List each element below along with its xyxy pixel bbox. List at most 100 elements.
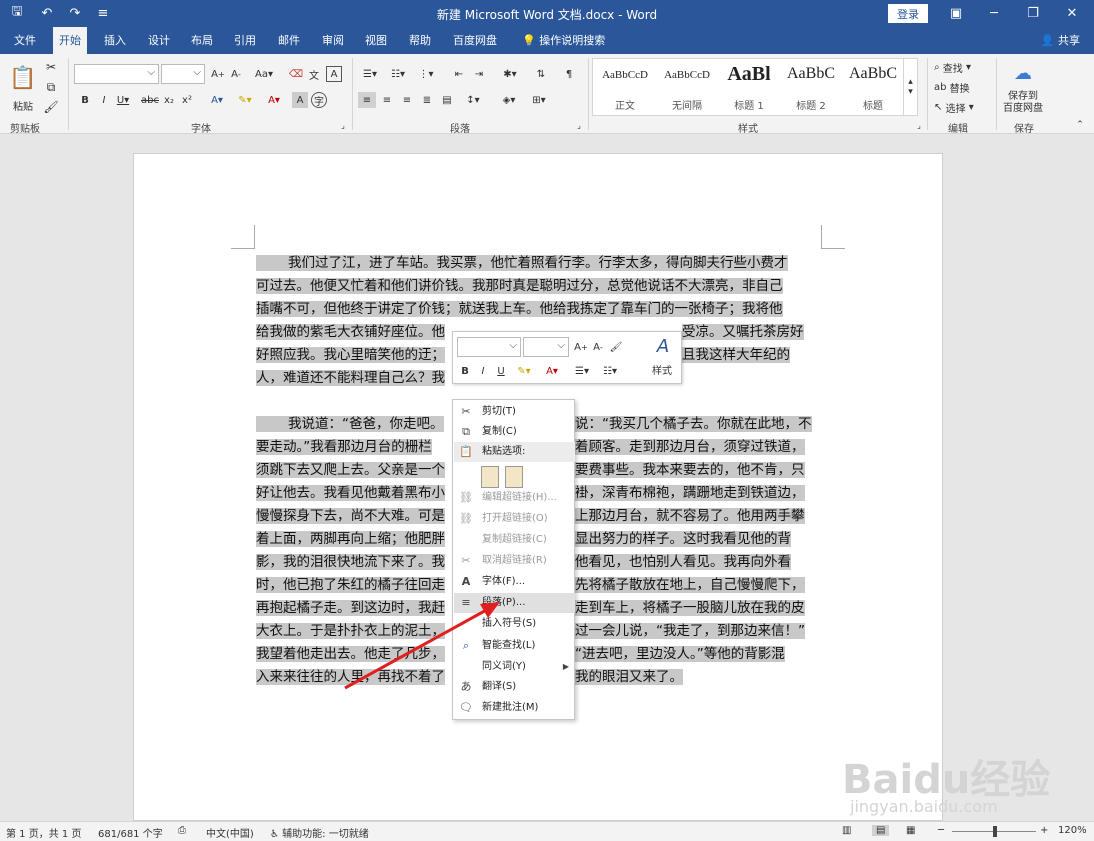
maximize-icon[interactable]: ❐ (1014, 0, 1052, 27)
minimize-icon[interactable]: ─ (975, 0, 1013, 27)
chinese-layout-icon[interactable]: ✱▾ (498, 66, 522, 82)
zoom-out-icon[interactable]: ─ (938, 825, 944, 836)
font-color-icon[interactable]: A▾ (263, 92, 285, 108)
styles-dialog-launcher-icon[interactable]: ⌟ (914, 120, 924, 130)
numbering-icon[interactable]: ☷▾ (386, 66, 410, 82)
mini-bold-icon[interactable]: B (459, 363, 471, 379)
shrink-font-icon[interactable]: A- (591, 339, 605, 355)
ribbon-display-options-icon[interactable]: ▣ (937, 0, 975, 27)
tab-view[interactable]: 视图 (359, 27, 393, 54)
close-icon[interactable]: ✕ (1053, 0, 1091, 27)
distributed-icon[interactable]: ▤ (438, 92, 456, 108)
shrink-font-icon[interactable]: A- (228, 66, 244, 82)
styles-icon[interactable]: A (651, 334, 675, 358)
zoom-level[interactable]: 120% (1058, 825, 1087, 836)
tab-insert[interactable]: 插入 (98, 27, 132, 54)
select-button[interactable]: ↖ 选择 ▾ (934, 100, 988, 115)
baidu-netdisk-icon[interactable]: ☁ (1008, 60, 1038, 86)
tab-layout[interactable]: 布局 (185, 27, 219, 54)
italic-icon[interactable]: I (97, 92, 111, 108)
style-heading-2[interactable]: AaBbC 标题 2 (781, 59, 841, 115)
menu-item-translate[interactable]: あ 翻译(S) (454, 677, 575, 697)
character-border-icon[interactable]: A (326, 66, 342, 82)
format-painter-icon[interactable]: 🖌 (42, 98, 60, 116)
tab-mailings[interactable]: 邮件 (272, 27, 306, 54)
menu-item-smart-lookup[interactable]: ⌕ 智能查找(L) (454, 636, 575, 656)
align-left-icon[interactable]: ≡ (358, 92, 376, 108)
copy-icon[interactable]: ⧉ (42, 78, 60, 96)
style-heading-1[interactable]: AaBl 标题 1 (719, 59, 779, 115)
menu-item-paragraph[interactable]: ≡ 段落(P)... (454, 593, 575, 613)
grow-font-icon[interactable]: A + (210, 66, 226, 82)
page-count[interactable]: 第 1 页，共 1 页 (6, 825, 81, 840)
increase-indent-icon[interactable]: ⇥ (470, 66, 488, 82)
superscript-icon[interactable]: x² (180, 92, 194, 108)
style-no-spacing[interactable]: AaBbCcD 无间隔 (657, 59, 717, 115)
menu-item-copy[interactable]: ⧉ 复制(C) (454, 422, 575, 442)
show-formatting-icon[interactable]: ¶ (560, 66, 578, 82)
paragraph-dialog-launcher-icon[interactable]: ⌟ (574, 120, 584, 130)
highlight-color-icon[interactable]: ✎▾ (234, 92, 256, 108)
login-button[interactable]: 登录 (888, 4, 928, 23)
menu-item-font[interactable]: A 字体(F)... (454, 572, 575, 592)
proofing-icon[interactable]: ⎙ (178, 825, 186, 836)
save-to-baidu-line2[interactable]: 百度网盘 (1000, 100, 1046, 114)
character-shading-icon[interactable]: A (292, 92, 308, 108)
paste-icon[interactable]: 📋 (8, 58, 38, 98)
paste-text-only-icon[interactable] (505, 466, 523, 488)
menu-item-new-comment[interactable]: 🗨 新建批注(M) (454, 698, 575, 718)
language-indicator[interactable]: 中文(中国) (206, 825, 254, 840)
text-effects-icon[interactable]: A▾ (207, 92, 227, 108)
tab-baidu-netdisk[interactable]: 百度网盘 (447, 27, 503, 54)
zoom-slider-thumb[interactable] (993, 826, 997, 837)
mini-italic-icon[interactable]: I (477, 363, 489, 379)
menu-item-cut[interactable]: ✂ 剪切(T) (454, 402, 575, 422)
mini-numbering-icon[interactable]: ☷▾ (599, 363, 621, 379)
tab-design[interactable]: 设计 (142, 27, 176, 54)
mini-highlight-icon[interactable]: ✎▾ (513, 363, 535, 379)
line-spacing-icon[interactable]: ↕▾ (460, 92, 486, 108)
borders-icon[interactable]: ⊞▾ (526, 92, 552, 108)
tab-file[interactable]: 文件 (8, 27, 42, 54)
paste-button[interactable]: 粘贴 (8, 98, 38, 113)
mini-styles-label[interactable]: 样式 (649, 362, 675, 377)
mini-font-name-combo[interactable]: ⌵ (457, 337, 521, 357)
paste-keep-source-icon[interactable] (481, 466, 499, 488)
menu-item-copy-hyperlink[interactable]: 复制超链接(C) (454, 530, 575, 550)
menu-item-open-hyperlink[interactable]: ⛓ 打开超链接(O) (454, 509, 575, 529)
strikethrough-icon[interactable]: abc (141, 92, 159, 108)
style-title[interactable]: AaBbC 标题 (843, 59, 903, 115)
style-normal[interactable]: AaBbCcD 正文 (595, 59, 655, 115)
phonetic-guide-icon[interactable]: 文 (306, 66, 322, 82)
font-name-combo[interactable]: ⌵ (74, 64, 159, 84)
mini-font-size-combo[interactable]: ⌵ (523, 337, 569, 357)
menu-item-synonyms[interactable]: 同义词(Y) ▶ (454, 657, 575, 677)
grow-font-icon[interactable]: A + (574, 339, 588, 355)
tab-home[interactable]: 开始 (53, 27, 87, 54)
align-center-icon[interactable]: ≡ (378, 92, 396, 108)
word-count[interactable]: 681/681 个字 (98, 825, 163, 840)
bullets-icon[interactable]: ☰▾ (358, 66, 382, 82)
enclose-characters-icon[interactable]: 字 (311, 92, 327, 108)
collapse-ribbon-icon[interactable]: ⌃ (1074, 120, 1086, 130)
font-size-combo[interactable]: ⌵ (161, 64, 205, 84)
cut-icon[interactable]: ✂ (42, 58, 60, 76)
menu-item-edit-hyperlink[interactable]: ⛓ 编辑超链接(H)... (454, 488, 575, 508)
menu-item-insert-symbol[interactable]: 插入符号(S) (454, 614, 575, 634)
zoom-in-icon[interactable]: + (1040, 825, 1048, 836)
replace-button[interactable]: ab 替换 (934, 80, 988, 95)
read-mode-icon[interactable]: ▥ (842, 825, 851, 836)
format-painter-icon[interactable]: 🖌 (609, 339, 623, 355)
tab-references[interactable]: 引用 (228, 27, 262, 54)
subscript-icon[interactable]: x₂ (162, 92, 176, 108)
mini-font-color-icon[interactable]: A ▾ (541, 363, 563, 379)
accessibility-status[interactable]: ♿ 辅助功能: 一切就绪 (270, 825, 369, 840)
underline-icon[interactable]: U▾ (114, 92, 132, 108)
tab-review[interactable]: 审阅 (316, 27, 350, 54)
justify-icon[interactable]: ≣ (418, 92, 436, 108)
menu-item-remove-hyperlink[interactable]: ✂ 取消超链接(R) (454, 551, 575, 571)
print-layout-icon[interactable]: ▤ (872, 825, 890, 836)
tab-help[interactable]: 帮助 (403, 27, 437, 54)
styles-scroll-icon[interactable]: ▴ ▾ (903, 59, 917, 115)
change-case-icon[interactable]: Aa▾ (252, 66, 276, 82)
